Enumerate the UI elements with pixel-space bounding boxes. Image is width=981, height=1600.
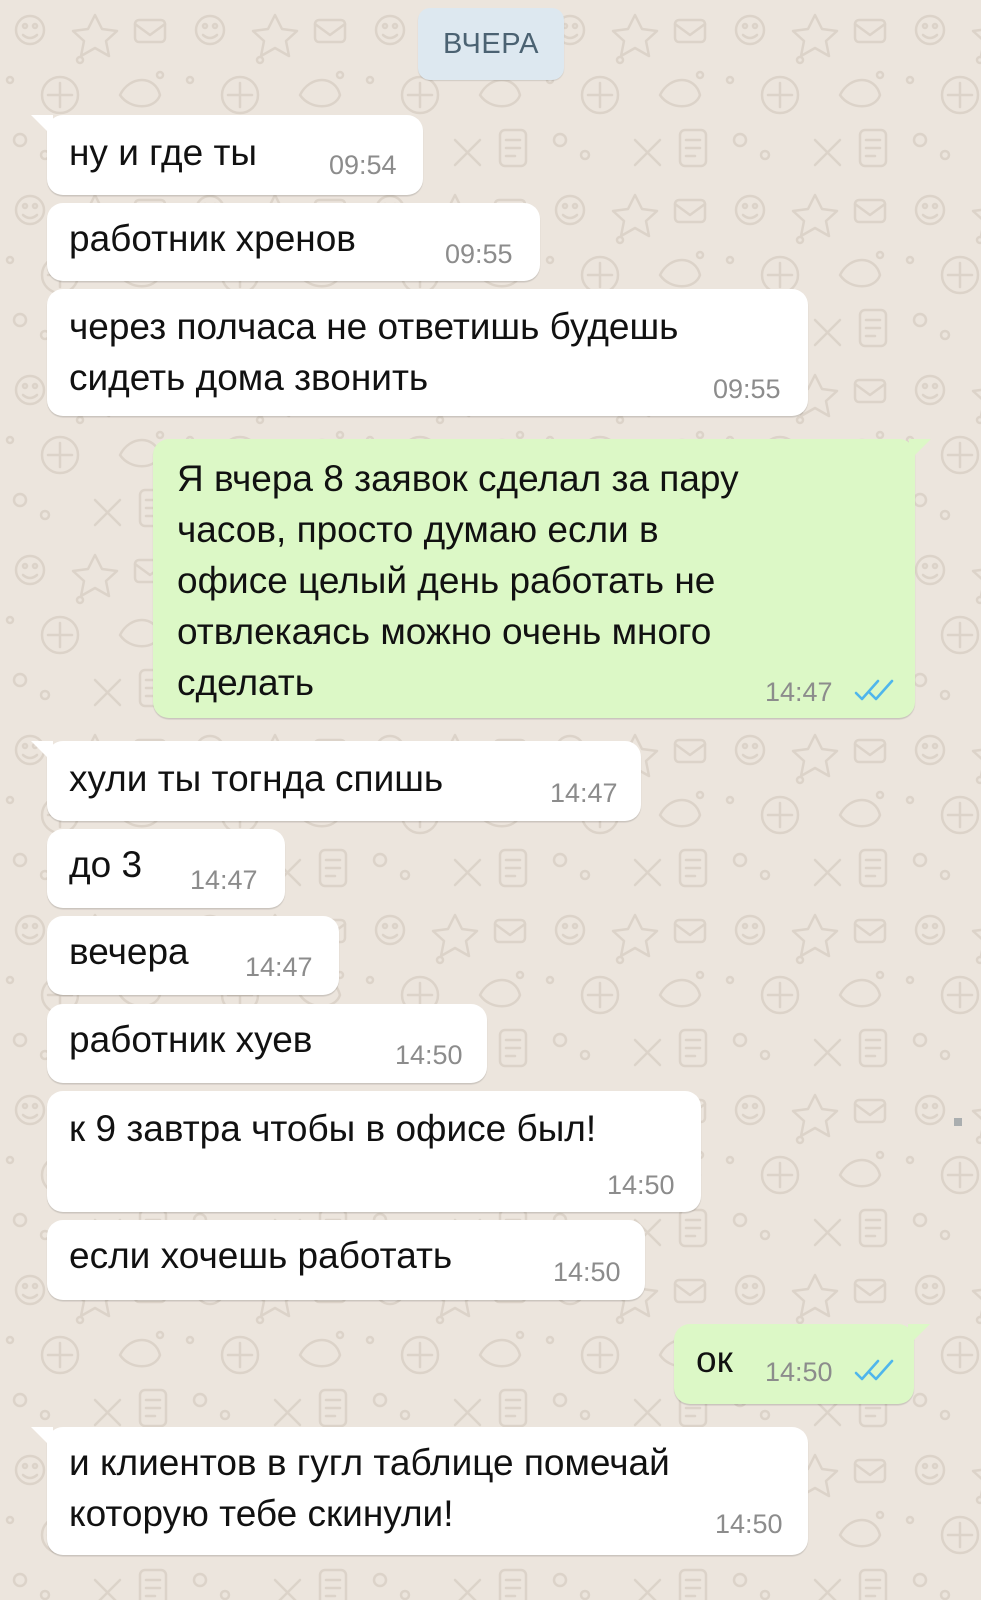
- message-line: вечера: [69, 931, 189, 972]
- message-line: ну и где ты: [69, 132, 257, 173]
- outgoing-message[interactable]: Я вчера 8 заявок сделал за пару часов, п…: [153, 439, 931, 718]
- message-line: часов, просто думаю если в: [177, 509, 659, 550]
- message-time: 14:47: [550, 778, 618, 808]
- bubble-tail: [909, 439, 931, 461]
- incoming-message[interactable]: работник хуев 14:50: [47, 1004, 487, 1083]
- message-line: хули ты тогнда спишь: [69, 758, 444, 799]
- message-text: хули ты тогнда спишь: [69, 753, 443, 804]
- message-time: 14:50: [553, 1257, 621, 1287]
- message-text: до 3: [69, 839, 142, 890]
- message-line: к 9 завтра чтобы в офисе был!: [69, 1108, 597, 1149]
- message-time: 09:54: [329, 150, 397, 180]
- message-line: ок: [696, 1339, 733, 1380]
- message-line: которую тебе скинули!: [69, 1493, 454, 1534]
- incoming-message[interactable]: вечера 14:47: [47, 916, 339, 995]
- message-text: и клиентов в гугл таблице помечай котору…: [69, 1437, 670, 1539]
- message-text: ну и где ты: [69, 127, 257, 178]
- message-time: 09:55: [713, 374, 781, 404]
- message-time: 14:47: [245, 952, 313, 982]
- bubble-tail: [31, 741, 53, 763]
- message-line: сидеть дома звонить: [69, 357, 429, 398]
- message-line: офисе целый день работать не: [177, 560, 716, 601]
- message-text: работник хуев: [69, 1014, 312, 1065]
- message-line: работник хренов: [69, 218, 356, 259]
- message-text: через полчаса не ответишь будешь сидеть …: [69, 301, 678, 403]
- bubble-tail: [31, 115, 53, 137]
- double-check-icon: [854, 679, 894, 701]
- outgoing-message[interactable]: ок 14:50: [674, 1324, 930, 1404]
- message-line: до 3: [69, 844, 143, 885]
- incoming-message[interactable]: к 9 завтра чтобы в офисе был! 14:50: [47, 1091, 701, 1212]
- message-text: если хочешь работать: [69, 1230, 452, 1281]
- message-time: 14:47: [765, 677, 833, 707]
- message-line: работник хуев: [69, 1019, 313, 1060]
- date-divider: ВЧЕРА: [418, 8, 564, 80]
- message-text: ок: [696, 1334, 733, 1385]
- message-time: 09:55: [445, 239, 513, 269]
- message-line: Я вчера 8 заявок сделал за пару: [177, 458, 739, 499]
- message-time: 14:50: [395, 1040, 463, 1070]
- incoming-message[interactable]: через полчаса не ответишь будешь сидеть …: [47, 289, 808, 416]
- message-text: работник хренов: [69, 213, 356, 264]
- incoming-message[interactable]: работник хренов 09:55: [47, 203, 540, 281]
- message-line: отвлекаясь можно очень много: [177, 611, 712, 652]
- message-time: 14:50: [765, 1357, 833, 1387]
- message-text: к 9 завтра чтобы в офисе был!: [69, 1103, 596, 1154]
- bubble-tail: [908, 1324, 930, 1346]
- message-time: 14:47: [190, 865, 258, 895]
- message-text: вечера: [69, 926, 189, 977]
- chat-area[interactable]: ВЧЕРА ну и где ты 09:54 работник хренов …: [0, 0, 981, 1600]
- incoming-message[interactable]: до 3 14:47: [47, 829, 285, 908]
- incoming-message[interactable]: и клиентов в гугл таблице помечай котору…: [31, 1427, 808, 1555]
- incoming-message[interactable]: хули ты тогнда спишь 14:47: [31, 741, 641, 821]
- bubble-tail: [31, 1427, 53, 1449]
- scroll-indicator[interactable]: [954, 1118, 962, 1126]
- message-text: Я вчера 8 заявок сделал за пару часов, п…: [177, 453, 739, 708]
- message-line: и клиентов в гугл таблице помечай: [69, 1442, 670, 1483]
- message-line: через полчаса не ответишь будешь: [69, 306, 679, 347]
- incoming-message[interactable]: ну и где ты 09:54: [31, 115, 423, 195]
- double-check-icon: [854, 1359, 894, 1381]
- message-time: 14:50: [715, 1509, 783, 1539]
- message-line: если хочешь работать: [69, 1235, 453, 1276]
- message-time: 14:50: [607, 1170, 675, 1200]
- message-line: сделать: [177, 662, 315, 703]
- incoming-message[interactable]: если хочешь работать 14:50: [47, 1220, 645, 1300]
